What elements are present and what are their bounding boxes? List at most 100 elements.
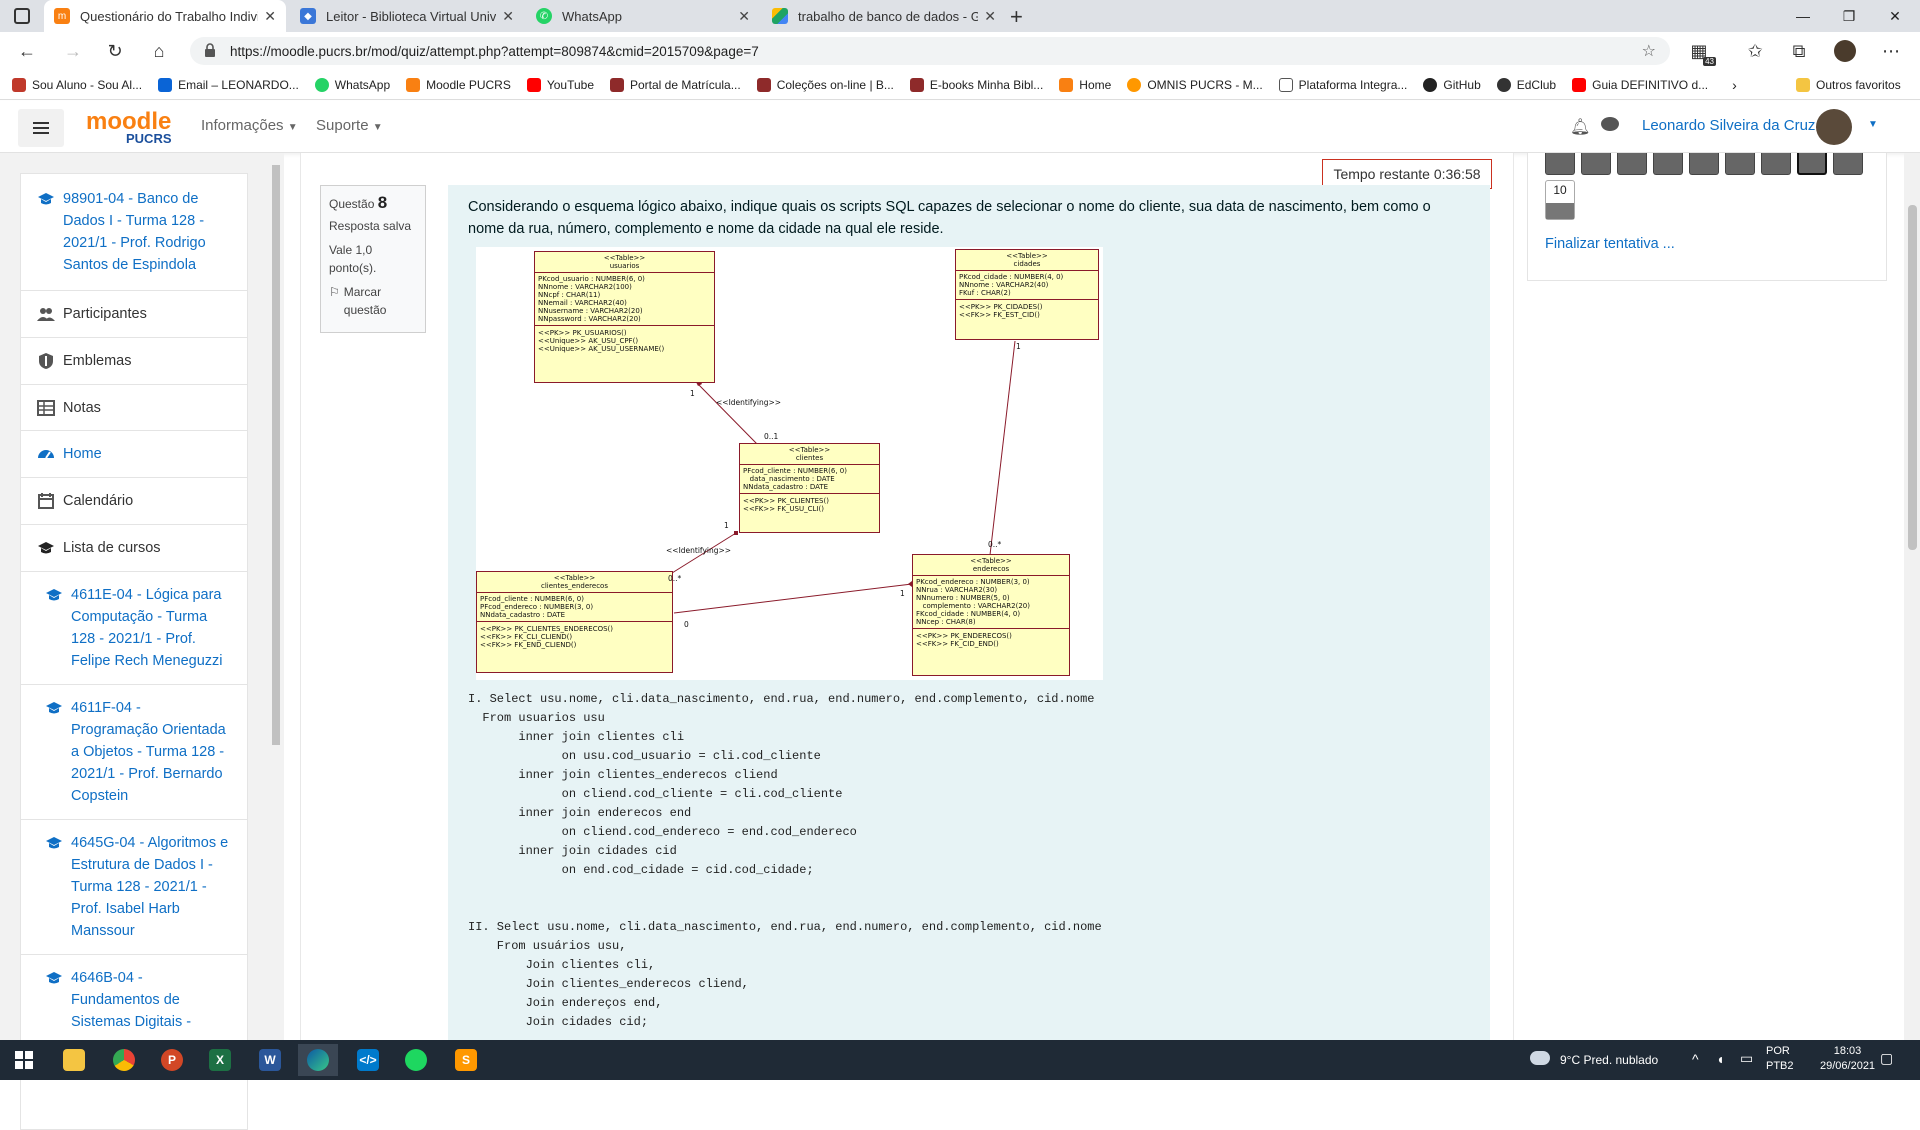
drawer-course-poo[interactable]: 4611F-04 - Programação Orientada a Objet… bbox=[21, 685, 247, 819]
taskbar-sublime[interactable]: S bbox=[446, 1044, 486, 1076]
favorites-icon[interactable]: ✩ bbox=[1742, 38, 1768, 64]
address-bar[interactable]: https://moodle.pucrs.br/mod/quiz/attempt… bbox=[190, 37, 1670, 65]
tab-close-icon[interactable]: ✕ bbox=[264, 8, 276, 25]
minimize-button[interactable]: — bbox=[1780, 0, 1826, 32]
tab-leitor[interactable]: ◆ Leitor - Biblioteca Virtual Univers ✕ bbox=[290, 0, 524, 32]
network-icon[interactable]: ▭ bbox=[1740, 1050, 1753, 1067]
bookmark-edclub[interactable]: EdClub bbox=[1496, 77, 1556, 92]
messages-icon[interactable] bbox=[1601, 117, 1619, 131]
new-tab-button[interactable]: + bbox=[1010, 4, 1023, 30]
drawer-item-course[interactable]: 98901-04 - Banco de Dados I - Turma 128 … bbox=[21, 174, 247, 290]
youtube-icon bbox=[526, 77, 541, 92]
bookmarks-more-icon[interactable]: › bbox=[1732, 77, 1737, 93]
extension-icon[interactable]: ▦ 43 bbox=[1686, 38, 1716, 66]
drawer-item-participantes[interactable]: Participantes bbox=[21, 291, 247, 337]
excel-icon: X bbox=[209, 1049, 231, 1071]
taskbar-chrome[interactable] bbox=[104, 1044, 144, 1076]
bookmark-moodle[interactable]: Moodle PUCRS bbox=[406, 77, 511, 92]
bookmark-github[interactable]: GitHub bbox=[1423, 77, 1481, 92]
moodle-pucrs-logo[interactable]: moodle PUCRS bbox=[86, 107, 176, 147]
drawer-item-emblemas[interactable]: Emblemas bbox=[21, 338, 247, 384]
tab-google-drive[interactable]: trabalho de banco de dados - Go ✕ bbox=[762, 0, 1006, 32]
menu-informacoes[interactable]: Informações ▼ bbox=[201, 117, 298, 134]
start-button[interactable] bbox=[4, 1044, 44, 1076]
back-icon[interactable]: ← bbox=[14, 38, 40, 64]
volume-icon[interactable]: ◖ bbox=[1716, 1051, 1724, 1067]
bookmark-email[interactable]: Email – LEONARDO... bbox=[158, 77, 299, 92]
notification-bell-icon[interactable]: 🔔︎ bbox=[1570, 117, 1590, 137]
drawer-item-notas[interactable]: Notas bbox=[21, 385, 247, 431]
restore-button[interactable]: ❐ bbox=[1826, 0, 1872, 32]
bookmark-omnis[interactable]: OMNIS PUCRS - M... bbox=[1127, 77, 1263, 92]
reload-icon[interactable]: ↻ bbox=[102, 38, 128, 64]
user-menu-caret-icon[interactable]: ▼ bbox=[1868, 119, 1878, 130]
table-operations: <<PK>> PK_CIDADES() <<FK>> FK_EST_CID() bbox=[959, 303, 1043, 319]
taskbar-excel[interactable]: X bbox=[200, 1044, 240, 1076]
quiz-nav-button[interactable] bbox=[1581, 153, 1611, 175]
user-name[interactable]: Leonardo Silveira da Cruz bbox=[1642, 117, 1815, 134]
quiz-nav-button[interactable] bbox=[1617, 153, 1647, 175]
input-language[interactable]: POR PTB2 bbox=[1766, 1044, 1794, 1074]
tab-questionario[interactable]: m Questionário do Trabalho Individ ✕ bbox=[44, 0, 286, 32]
page-scrollbar-thumb[interactable] bbox=[1908, 205, 1917, 550]
quiz-nav-button[interactable] bbox=[1545, 153, 1575, 175]
bookmark-other-favorites[interactable]: Outros favoritos bbox=[1796, 77, 1901, 92]
drawer-item-calendario[interactable]: Calendário bbox=[21, 478, 247, 524]
relation-label: 0..1 bbox=[764, 432, 779, 441]
weather-icon[interactable] bbox=[1530, 1051, 1550, 1065]
quiz-nav-button[interactable] bbox=[1689, 153, 1719, 175]
drawer-course-fsd[interactable]: 4646B-04 - Fundamentos de Sistemas Digit… bbox=[21, 955, 247, 1045]
flag-question-button[interactable]: ⚐ Marcar questão bbox=[329, 283, 417, 319]
taskbar-powerpoint[interactable]: P bbox=[152, 1044, 192, 1076]
show-hidden-icons[interactable]: ^ bbox=[1692, 1051, 1699, 1067]
drawer-course-algoritmos[interactable]: 4645G-04 - Algoritmos e Estrutura de Dad… bbox=[21, 820, 247, 954]
quiz-nav-button-10[interactable]: 10 bbox=[1545, 180, 1575, 220]
forward-icon[interactable]: → bbox=[60, 38, 86, 64]
bookmark-whatsapp[interactable]: WhatsApp bbox=[314, 77, 390, 92]
bookmark-colecoes[interactable]: Coleções on-line | B... bbox=[756, 77, 894, 92]
menu-suporte[interactable]: Suporte ▼ bbox=[316, 117, 383, 134]
drawer-toggle-button[interactable] bbox=[18, 109, 64, 147]
profile-avatar-icon[interactable] bbox=[1832, 38, 1858, 64]
bookmark-portal-matricula[interactable]: Portal de Matrícula... bbox=[610, 77, 741, 92]
tab-close-icon[interactable]: ✕ bbox=[984, 8, 996, 25]
user-avatar[interactable] bbox=[1816, 109, 1852, 145]
tab-close-icon[interactable]: ✕ bbox=[502, 8, 514, 25]
quiz-nav-button[interactable] bbox=[1761, 153, 1791, 175]
tab-close-icon[interactable]: ✕ bbox=[738, 8, 750, 25]
drawer-course-logica[interactable]: 4611E-04 - Lógica para Computação - Turm… bbox=[21, 572, 247, 684]
settings-more-icon[interactable]: ⋯ bbox=[1878, 38, 1904, 64]
bookmark-sou-aluno[interactable]: Sou Aluno - Sou Al... bbox=[12, 77, 142, 92]
notification-center-icon[interactable]: ▢ bbox=[1880, 1050, 1893, 1067]
drawer-item-lista-cursos[interactable]: Lista de cursos bbox=[21, 525, 247, 571]
bookmark-ebooks[interactable]: E-books Minha Bibl... bbox=[909, 77, 1043, 92]
finish-attempt-link[interactable]: Finalizar tentativa ... bbox=[1545, 236, 1675, 252]
bookmark-plataforma[interactable]: Plataforma Integra... bbox=[1278, 77, 1407, 92]
add-favorite-icon[interactable]: ☆ bbox=[1642, 41, 1656, 61]
quiz-nav-button[interactable] bbox=[1725, 153, 1755, 175]
quiz-nav-button-current[interactable] bbox=[1797, 153, 1827, 175]
close-window-button[interactable]: ✕ bbox=[1872, 0, 1918, 32]
bookmark-youtube[interactable]: YouTube bbox=[526, 77, 594, 92]
taskbar-edge[interactable] bbox=[298, 1044, 338, 1076]
question-grade: Vale 1,0 ponto(s). bbox=[329, 243, 377, 275]
tab-actions-icon[interactable] bbox=[14, 8, 30, 24]
collections-icon[interactable]: ⧉ bbox=[1786, 38, 1812, 64]
quiz-nav-button[interactable] bbox=[1833, 153, 1863, 175]
weather-text[interactable]: 9°C Pred. nublado bbox=[1560, 1053, 1658, 1067]
users-icon bbox=[37, 308, 55, 321]
taskbar-vscode[interactable]: </> bbox=[348, 1044, 388, 1076]
moodle-favicon-icon: m bbox=[54, 8, 70, 24]
lock-icon bbox=[205, 43, 215, 57]
clock[interactable]: 18:03 29/06/2021 bbox=[1820, 1044, 1875, 1074]
bookmark-home[interactable]: Home bbox=[1059, 77, 1111, 92]
taskbar-word[interactable]: W bbox=[250, 1044, 290, 1076]
taskbar-file-explorer[interactable] bbox=[54, 1044, 94, 1076]
taskbar-spotify[interactable] bbox=[396, 1044, 436, 1076]
bookmark-guia[interactable]: Guia DEFINITIVO d... bbox=[1572, 77, 1708, 92]
drawer-scrollbar[interactable] bbox=[272, 165, 280, 745]
drawer-item-home[interactable]: Home bbox=[21, 431, 247, 477]
quiz-nav-button[interactable] bbox=[1653, 153, 1683, 175]
home-icon[interactable]: ⌂ bbox=[146, 38, 172, 64]
tab-whatsapp[interactable]: ✆ WhatsApp ✕ bbox=[526, 0, 760, 32]
